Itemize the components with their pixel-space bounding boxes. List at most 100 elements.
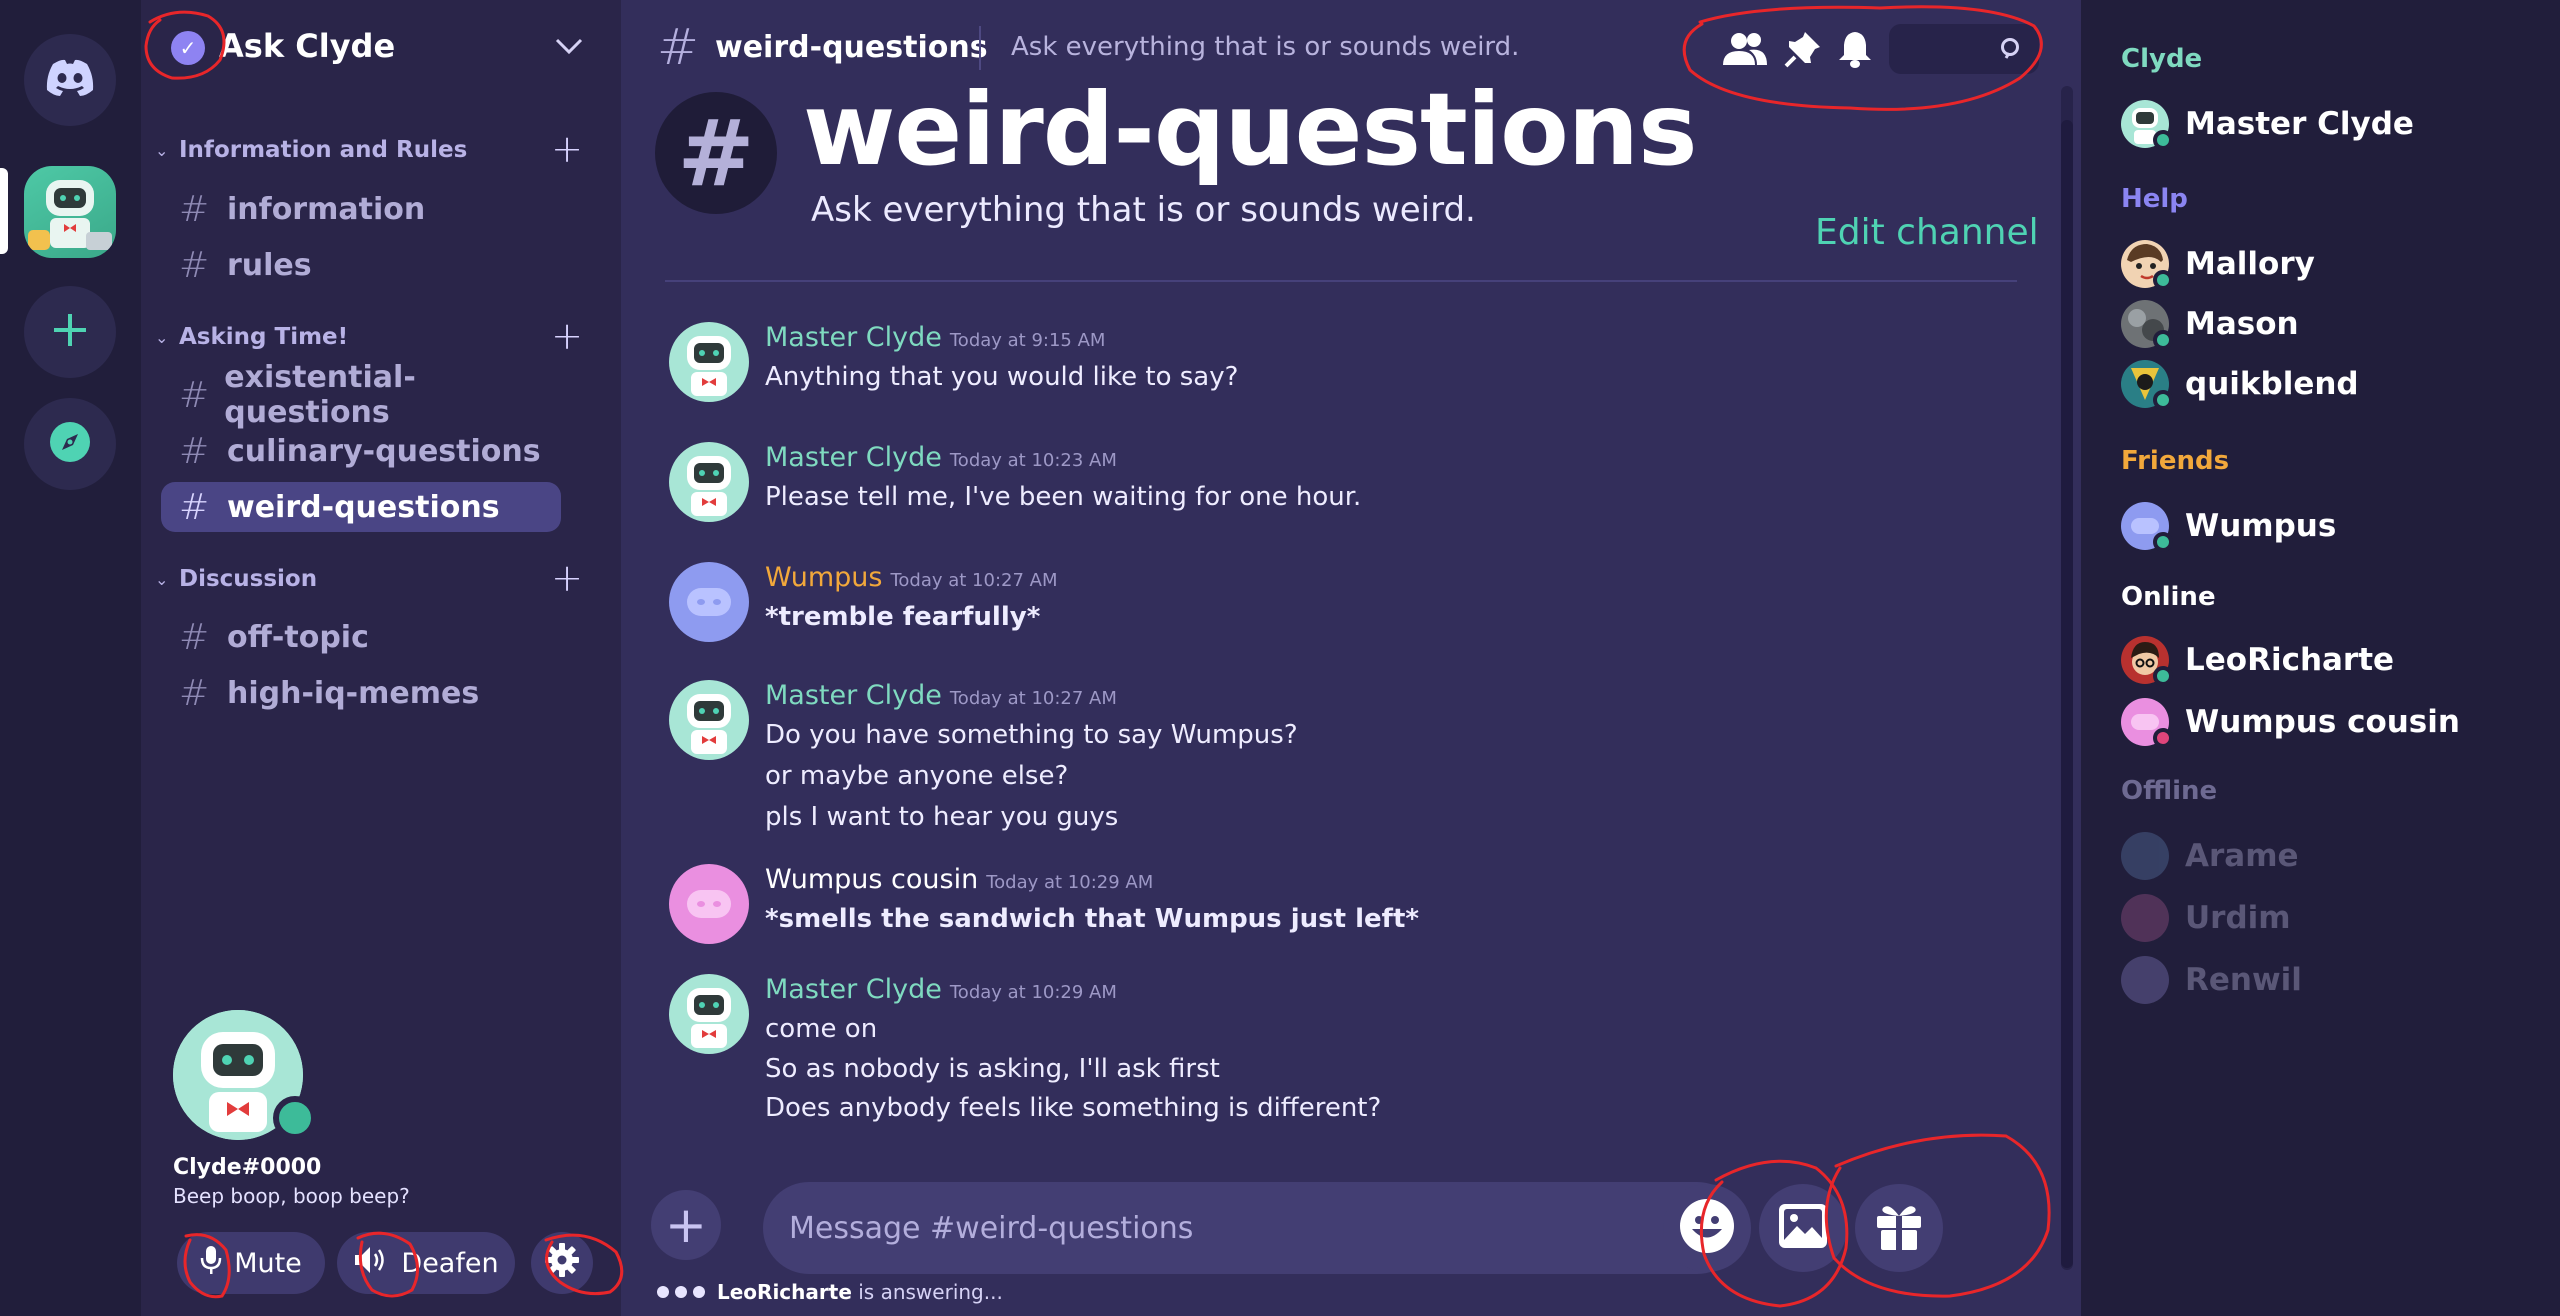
avatar[interactable] (669, 442, 749, 522)
author-name[interactable]: Wumpus cousin (765, 864, 978, 895)
member-renwil[interactable]: Renwil (2121, 952, 2302, 1008)
category-discussion[interactable]: ⌄ Discussion + (155, 559, 605, 597)
channel-welcome-hash-icon: # (655, 92, 777, 214)
author-name[interactable]: Wumpus (765, 562, 882, 593)
typing-dot (675, 1286, 687, 1298)
message-timestamp: Today at 10:23 AM (949, 450, 1117, 471)
channel-high-iq-memes[interactable]: # high-iq-memes (161, 668, 561, 718)
online-status-icon (2153, 130, 2173, 150)
server-rail (0, 0, 141, 1316)
avatar (2121, 698, 2173, 748)
avatar (2121, 300, 2173, 350)
typing-user: LeoRicharte (717, 1280, 852, 1304)
channel-weird-questions[interactable]: # weird-questions (161, 482, 561, 532)
message-author[interactable]: Wumpus cousin Today at 10:29 AM (765, 864, 1153, 895)
online-status-icon (2153, 390, 2173, 410)
member-master-clyde[interactable]: Master Clyde (2121, 96, 2414, 152)
upload-image-button[interactable] (1759, 1184, 1847, 1272)
attach-plus-button[interactable]: + (651, 1190, 721, 1260)
member-name: Master Clyde (2185, 106, 2414, 142)
smiley-icon (1679, 1198, 1735, 1258)
channel-information[interactable]: # information (161, 184, 561, 234)
speaker-icon (353, 1244, 389, 1283)
user-settings-button[interactable] (531, 1232, 593, 1294)
chevron-down-icon[interactable] (553, 30, 585, 66)
hash-icon: # (179, 430, 210, 472)
member-name: Wumpus cousin (2185, 704, 2460, 740)
edit-channel-link[interactable]: Edit channel (1815, 212, 2039, 253)
emoji-button[interactable] (1663, 1184, 1751, 1272)
member-wumpus-cousin[interactable]: Wumpus cousin (2121, 694, 2460, 750)
member-leoricharte[interactable]: LeoRicharte (2121, 632, 2394, 688)
notification-bell-icon[interactable] (1827, 24, 1883, 74)
hash-icon: # (179, 616, 210, 658)
channel-off-topic[interactable]: # off-topic (161, 612, 561, 662)
channel-name: information (227, 191, 426, 227)
category-name: Asking Time! (179, 324, 349, 350)
online-status-icon (2153, 330, 2173, 350)
add-server-button[interactable] (24, 286, 116, 378)
compass-icon (47, 419, 93, 469)
message-input[interactable] (789, 1202, 1549, 1254)
hash-icon: # (179, 486, 210, 528)
message-author[interactable]: Master Clyde Today at 10:29 AM (765, 974, 1117, 1005)
member-urdim[interactable]: Urdim (2121, 890, 2291, 946)
author-name[interactable]: Master Clyde (765, 442, 942, 473)
chat-scrollbar-thumb[interactable] (2061, 120, 2073, 1268)
server-ask-clyde-icon[interactable] (24, 166, 116, 258)
add-channel-icon[interactable]: + (551, 130, 583, 168)
avatar[interactable] (669, 562, 749, 642)
avatar (2121, 636, 2173, 686)
avatar (2121, 832, 2169, 880)
avatar[interactable] (669, 322, 749, 402)
online-status-icon (2153, 666, 2173, 686)
server-header[interactable]: ✓ Ask Clyde (141, 0, 621, 98)
avatar (2121, 956, 2169, 1004)
member-name: Renwil (2185, 962, 2302, 998)
message-author[interactable]: Master Clyde Today at 9:15 AM (765, 322, 1105, 353)
home-button[interactable] (24, 34, 116, 126)
explore-servers-button[interactable] (24, 398, 116, 490)
channel-existential-questions[interactable]: # existential-questions (161, 360, 561, 430)
avatar (2121, 240, 2173, 290)
add-channel-icon[interactable]: + (551, 559, 583, 597)
author-name[interactable]: Master Clyde (765, 680, 942, 711)
role-header-clyde: Clyde (2121, 44, 2203, 74)
category-information-and-rules[interactable]: ⌄ Information and Rules + (155, 130, 605, 168)
avatar[interactable] (669, 680, 749, 760)
gift-button[interactable] (1855, 1184, 1943, 1272)
members-list-toggle-icon[interactable] (1717, 24, 1773, 74)
message-author[interactable]: Master Clyde Today at 10:27 AM (765, 680, 1117, 711)
member-mason[interactable]: Mason (2121, 296, 2299, 352)
active-server-indicator (0, 168, 8, 254)
channel-name: rules (227, 247, 312, 283)
chat-area: # weird-questions Ask everything that is… (621, 0, 2081, 1316)
role-header-online: Online (2121, 582, 2216, 612)
member-arame[interactable]: Arame (2121, 828, 2299, 884)
member-list: Clyde Master Clyde Help Mallory Mason qu… (2081, 0, 2560, 1316)
member-quikblend[interactable]: quikblend (2121, 356, 2359, 412)
user-avatar[interactable] (173, 1010, 317, 1140)
channel-culinary-questions[interactable]: # culinary-questions (161, 426, 561, 476)
author-name[interactable]: Master Clyde (765, 322, 942, 353)
pinned-messages-icon[interactable] (1775, 24, 1831, 74)
member-mallory[interactable]: Mallory (2121, 236, 2315, 292)
message-text: Anything that you would like to say? (765, 362, 1239, 392)
message-author[interactable]: Wumpus Today at 10:27 AM (765, 562, 1058, 593)
avatar[interactable] (669, 864, 749, 944)
category-asking-time[interactable]: ⌄ Asking Time! + (155, 317, 605, 355)
avatar[interactable] (669, 974, 749, 1054)
deafen-button[interactable]: Deafen (337, 1232, 515, 1294)
message-composer[interactable] (763, 1182, 1743, 1274)
channel-rules[interactable]: # rules (161, 240, 561, 290)
member-wumpus[interactable]: Wumpus (2121, 498, 2336, 554)
search-input[interactable] (1889, 24, 2039, 74)
channel-name: weird-questions (227, 489, 500, 525)
author-name[interactable]: Master Clyde (765, 974, 942, 1005)
add-channel-icon[interactable]: + (551, 317, 583, 355)
mute-button[interactable]: Mute (177, 1232, 325, 1294)
typing-dot (693, 1286, 705, 1298)
message-timestamp: Today at 10:27 AM (949, 688, 1117, 709)
message-author[interactable]: Master Clyde Today at 10:23 AM (765, 442, 1117, 473)
message-text: pls I want to hear you guys (765, 802, 1119, 832)
